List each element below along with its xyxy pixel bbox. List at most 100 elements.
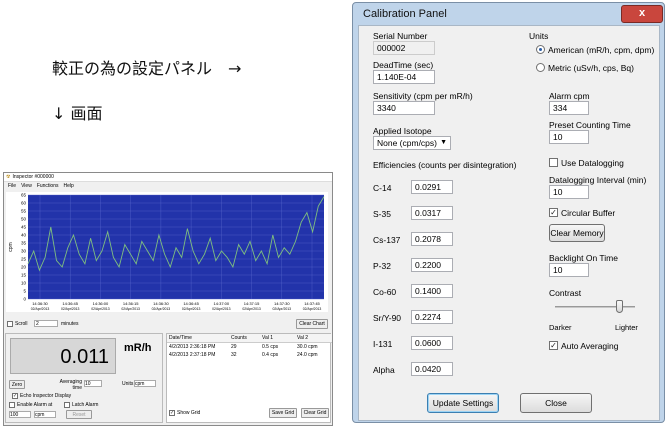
units-select[interactable]: cpm [134, 380, 156, 387]
grid-cell: 30.0 cpm [297, 344, 318, 350]
y-tick-label: 10 [21, 281, 27, 286]
calibration-panel-window: Calibration Panel x Serial Number 000002… [352, 2, 665, 423]
applied-isotope-label: Applied Isotope [373, 126, 432, 136]
x-tick-time: 14:36:15 [123, 301, 139, 306]
x-tick-date: 02/Apr/2013 [242, 307, 261, 311]
units-metric-radio[interactable] [536, 63, 545, 72]
datalogging-interval-input[interactable]: 10 [549, 185, 589, 199]
efficiency-value-input[interactable]: 0.0600 [411, 336, 453, 350]
circular-buffer-checkbox[interactable]: ✓ [549, 208, 558, 217]
latch-alarm-checkbox[interactable] [64, 402, 70, 408]
scroll-minutes-input[interactable]: 2 [34, 320, 58, 327]
efficiency-isotope-label: Co-60 [373, 287, 397, 297]
deadtime-label: DeadTime (sec) [373, 60, 434, 70]
update-settings-button[interactable]: Update Settings [427, 393, 499, 413]
backlight-input[interactable]: 10 [549, 263, 589, 277]
y-tick-label: 40 [21, 233, 27, 238]
clear-grid-button[interactable]: Clear Grid [301, 408, 329, 418]
grid-row[interactable]: 4/2/2013 2:36:18 PM 29 0.5 cps 30.0 cpm [167, 343, 332, 351]
x-tick-date: 02/Apr/2013 [31, 307, 50, 311]
circular-buffer-label: Circular Buffer [561, 208, 616, 218]
y-tick-label: 0 [23, 297, 26, 302]
echo-checkbox[interactable]: ✓ [12, 393, 18, 399]
efficiency-value-input[interactable]: 0.2200 [411, 258, 453, 272]
zero-button[interactable]: Zero [9, 380, 25, 389]
clear-memory-button[interactable]: Clear Memory [549, 224, 605, 242]
y-tick-label: 35 [21, 241, 27, 246]
x-tick-date: 02/Apr/2013 [182, 307, 201, 311]
clear-chart-button[interactable]: Clear Chart [296, 319, 328, 329]
show-grid-checkbox[interactable]: ✓ [169, 410, 175, 416]
save-grid-button[interactable]: Save Grid [269, 408, 297, 418]
applied-isotope-value: None (cpm/cps) [377, 138, 437, 148]
units-american-label: American (mR/h, cpm, dpm) [548, 45, 655, 55]
x-tick-time: 14:36:45 [183, 301, 199, 306]
x-tick-date: 02/Apr/2013 [212, 307, 231, 311]
enable-alarm-checkbox[interactable] [9, 402, 15, 408]
contrast-slider-track[interactable] [555, 306, 635, 308]
averaging-select[interactable]: 10 [84, 380, 102, 387]
inspector-window: ☢ Inspector #000000 File View Functions … [3, 172, 333, 426]
efficiency-value-input[interactable]: 0.2274 [411, 310, 453, 324]
show-grid-label: Show Grid [177, 410, 201, 416]
y-tick-label: 50 [21, 217, 27, 222]
dropdown-arrow-icon: ▼ [440, 139, 447, 146]
menu-view[interactable]: View [21, 183, 32, 189]
efficiency-isotope-label: Alpha [373, 365, 395, 375]
auto-averaging-checkbox[interactable]: ✓ [549, 341, 558, 350]
x-tick-date: 02/Apr/2013 [61, 307, 80, 311]
echo-label: Echo Inspector Display [20, 393, 72, 399]
scroll-checkbox[interactable] [7, 321, 13, 327]
units-american-radio[interactable] [536, 45, 545, 54]
efficiency-isotope-label: C-14 [373, 183, 392, 193]
sensitivity-input[interactable]: 3340 [373, 101, 435, 115]
efficiency-value-input[interactable]: 0.0317 [411, 206, 453, 220]
applied-isotope-select[interactable]: None (cpm/cps) ▼ [373, 136, 451, 150]
use-datalogging-label: Use Datalogging [561, 158, 624, 168]
preset-counting-label: Preset Counting Time [549, 120, 631, 130]
menu-file[interactable]: File [8, 183, 16, 189]
efficiency-isotope-label: Cs-137 [373, 235, 401, 245]
efficiency-value-input[interactable]: 0.0420 [411, 362, 453, 376]
use-datalogging-checkbox[interactable] [549, 158, 558, 167]
datalogging-interval-label: Datalogging Interval (min) [549, 175, 647, 185]
grid-cell: 0.5 cps [262, 344, 279, 350]
y-tick-label: 60 [21, 201, 27, 206]
efficiency-value-input[interactable]: 0.2078 [411, 232, 453, 246]
close-button[interactable]: Close [520, 393, 592, 413]
radiation-icon: ☢ [6, 174, 11, 180]
alarm-unit-select[interactable]: cpm [34, 411, 56, 418]
menu-help[interactable]: Help [64, 183, 74, 189]
x-tick-time: 14:36:30 [32, 301, 48, 306]
grid-cell: 4/2/2013 2:36:18 PM [169, 344, 216, 350]
grid-cell: 29 [231, 344, 237, 350]
alarm-cpm-input[interactable]: 334 [549, 101, 589, 115]
efficiency-isotope-label: Sr/Y-90 [373, 313, 402, 323]
inspector-title: Inspector #000000 [12, 174, 54, 180]
reset-button[interactable]: Reset [66, 410, 92, 419]
contrast-label: Contrast [549, 288, 582, 298]
units-label: Units [122, 381, 134, 387]
alarm-value-input[interactable]: 100 [9, 411, 31, 418]
preset-counting-input[interactable]: 10 [549, 130, 589, 144]
y-tick-label: 20 [21, 265, 27, 270]
grid-cell: 32 [231, 352, 237, 358]
units-label: Units [529, 31, 549, 41]
lighter-label: Lighter [615, 323, 638, 332]
calibration-panel-title: Calibration Panel [363, 8, 447, 20]
menu-functions[interactable]: Functions [37, 183, 59, 189]
close-icon[interactable]: x [621, 5, 663, 23]
efficiency-value-input[interactable]: 0.1400 [411, 284, 453, 298]
caption-screen: ↓ 画面 [52, 104, 103, 123]
efficiency-value-input[interactable]: 0.0291 [411, 180, 453, 194]
darker-label: Darker [549, 323, 572, 332]
x-tick-date: 02/Apr/2013 [303, 307, 322, 311]
calibration-panel-body: Serial Number 000002 DeadTime (sec) 1.14… [358, 25, 660, 421]
serial-number-label: Serial Number [373, 31, 428, 41]
grid-row[interactable]: 4/2/2013 2:37:18 PM 32 0.4 cps 24.0 cpm [167, 351, 332, 359]
deadtime-input[interactable]: 1.140E-04 [373, 70, 435, 84]
units-metric-label: Metric (uSv/h, cps, Bq) [548, 63, 634, 73]
inspector-menu-bar: File View Functions Help [4, 182, 332, 189]
x-tick-date: 02/Apr/2013 [273, 307, 292, 311]
contrast-slider-thumb[interactable] [616, 300, 623, 313]
